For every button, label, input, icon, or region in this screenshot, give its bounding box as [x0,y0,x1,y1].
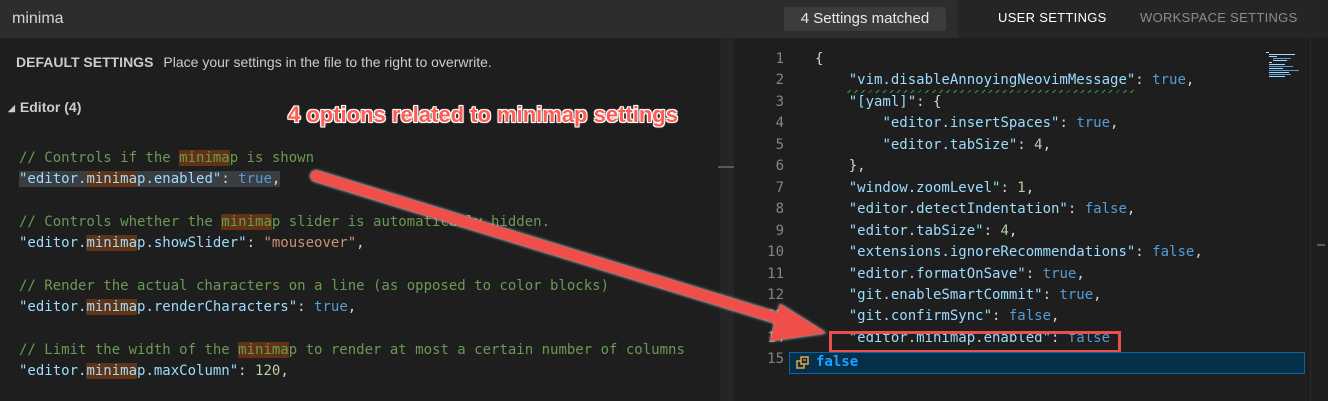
code-line[interactable]: "vim.disableAnnoyingNeovimMessage": true… [815,71,1195,89]
line-number: 10 [767,244,784,261]
tab-workspace-settings[interactable]: WORKSPACE SETTINGS [1140,10,1298,25]
line-number: 3 [775,93,784,110]
minimap[interactable] [1264,50,1308,80]
suggestion-widget[interactable]: false [789,352,1305,374]
default-settings-title: DEFAULT SETTINGS [16,54,154,70]
tab-user-settings[interactable]: USER SETTINGS [998,10,1107,25]
default-settings-description: Place your settings in the file to the r… [163,54,492,70]
code-line[interactable]: "editor.tabSize": 4, [815,136,1051,154]
line-number: 2 [775,72,784,89]
setting-comment: // Controls if the minimap is shown [19,150,315,166]
line-number: 9 [775,222,784,239]
line-number: 14 [767,329,784,346]
highlight-box [829,331,1121,353]
line-number: 13 [767,308,784,325]
line-number: 15 [767,351,784,368]
code-line[interactable]: "editor.formatOnSave": true, [815,265,1085,283]
editor-group-header[interactable]: ◢ Editor (4) [8,99,81,115]
setting-line[interactable]: "editor.minimap.maxColumn": 120, [19,362,289,380]
code-line[interactable]: "editor.insertSpaces": true, [815,114,1118,132]
setting-line[interactable]: "editor.minimap.renderCharacters": true, [19,298,356,316]
user-settings-editor[interactable]: 1 2 3 4 5 6 7 8 9 10 11 12 13 14 15 { "vim.disableAnno… [734,38,1328,401]
code-line[interactable]: "window.zoomLevel": 1, [815,179,1034,197]
editor-ruler [1310,38,1311,401]
line-number: 8 [775,201,784,218]
divider-marker [718,166,734,168]
warning-squiggle [847,90,1137,93]
top-bar: 4 Settings matched USER SETTINGS WORKSPA… [0,0,1328,39]
code-line[interactable]: "git.enableSmartCommit": true, [815,286,1102,304]
search-bar: 4 Settings matched [0,0,958,39]
setting-line[interactable]: "editor.minimap.showSlider": "mouseover"… [19,234,365,252]
code-line[interactable]: "git.confirmSync": false, [815,307,1060,325]
code-line[interactable]: "extensions.ignoreRecommendations": fals… [815,243,1203,261]
annotation-label: 4 options related to minimap settings [288,102,678,127]
code-line[interactable]: "[yaml]": { [815,93,942,111]
default-settings-pane: DEFAULT SETTINGS Place your settings in t… [0,38,720,401]
collapse-caret-icon: ◢ [8,103,15,113]
setting-comment: // Limit the width of the minimap to ren… [19,342,685,358]
code-line[interactable]: "editor.tabSize": 4, [815,222,1018,240]
code-line[interactable]: "editor.detectIndentation": false, [815,200,1136,218]
line-number: 4 [775,115,784,132]
vertical-scrollbar[interactable] [1314,38,1328,401]
pane-divider[interactable] [720,38,734,401]
default-settings-header: DEFAULT SETTINGS Place your settings in t… [16,54,492,70]
editor-group-label: Editor (4) [19,99,82,115]
line-number: 1 [775,51,784,67]
enum-member-icon [796,356,809,369]
setting-line[interactable]: "editor.minimap.enabled": true, [19,170,281,188]
line-number: 6 [775,158,784,175]
line-number: 12 [767,286,784,303]
line-number: 5 [775,136,784,153]
code-line[interactable]: { [815,50,823,68]
scrollbar-marker [1317,244,1325,246]
setting-comment: // Render the actual characters on a lin… [19,278,610,294]
line-number: 7 [775,179,784,196]
code-line[interactable]: }, [815,157,866,175]
settings-search-input[interactable] [12,8,772,30]
match-count-badge: 4 Settings matched [784,7,946,31]
line-number: 11 [767,265,784,282]
setting-comment: // Controls whether the minimap slider i… [19,214,551,230]
suggestion-text[interactable]: false [816,354,858,370]
